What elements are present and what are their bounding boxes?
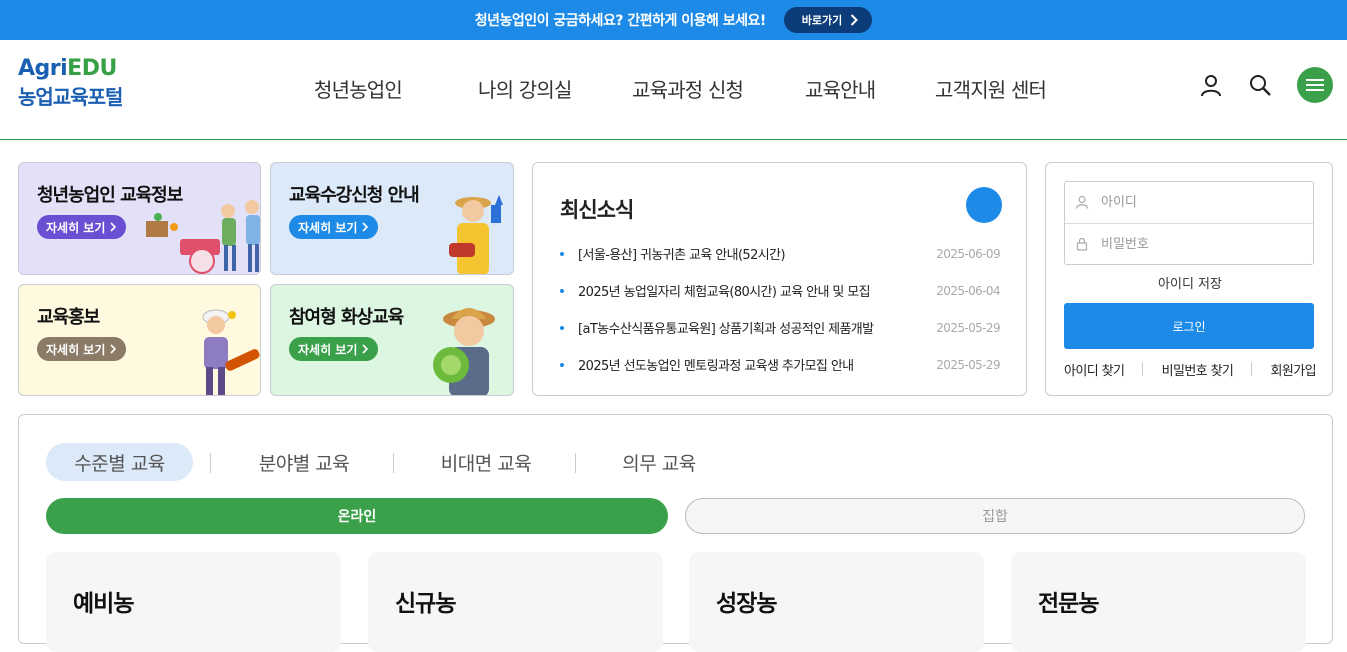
- search-icon[interactable]: [1248, 73, 1272, 97]
- chevron-right-icon: [851, 14, 859, 26]
- id-input[interactable]: [1101, 195, 1301, 210]
- news-item[interactable]: [서울-용산] 귀농귀촌 교육 안내(52시간) 2025-06-09: [560, 235, 1001, 272]
- banner-go-button[interactable]: 바로가기: [783, 7, 873, 33]
- mode-online-button[interactable]: 온라인: [46, 498, 668, 534]
- logo-subtitle: 농업교육포털: [18, 85, 123, 109]
- tile-detail-button[interactable]: 자세히 보기: [289, 215, 379, 239]
- lock-icon: [1076, 237, 1088, 251]
- nav-my-classroom[interactable]: 나의 강의실: [478, 74, 572, 103]
- news-item-date: 2025-06-09: [936, 246, 1000, 261]
- tab-field-education[interactable]: 분야별 교육: [234, 443, 374, 481]
- news-list: [서울-용산] 귀농귀촌 교육 안내(52시간) 2025-06-09 2025…: [560, 235, 1001, 383]
- tile-detail-button[interactable]: 자세히 보기: [37, 215, 127, 239]
- tile-course-registration-guide[interactable]: 교육수강신청 안내 자세히 보기: [270, 162, 514, 275]
- find-id-link[interactable]: 아이디 찾기: [1064, 360, 1125, 379]
- nav-young-farmer[interactable]: 청년농업인: [314, 74, 403, 103]
- tile-education-promotion[interactable]: 교육홍보 자세히 보기: [18, 284, 261, 396]
- find-password-link[interactable]: 비밀번호 찾기: [1162, 360, 1234, 379]
- chevron-right-icon: [110, 344, 117, 354]
- password-field-wrapper: [1065, 223, 1313, 264]
- tab-mandatory-education[interactable]: 의무 교육: [594, 443, 724, 481]
- logo-agri: Agri: [18, 56, 68, 81]
- top-banner: 청년농업인이 궁금하세요? 간편하게 이용해 보세요! 바로가기: [0, 0, 1347, 40]
- level-card-title: 예비농: [73, 591, 134, 617]
- user-icon: [1075, 195, 1089, 209]
- farmers-cart-illustration: [146, 200, 260, 274]
- hamburger-menu-icon: [1306, 79, 1324, 91]
- news-item-title: [서울-용산] 귀농귀촌 교육 안내(52시간): [578, 248, 786, 263]
- latest-news-panel: 최신소식 [서울-용산] 귀농귀촌 교육 안내(52시간) 2025-06-09…: [532, 162, 1027, 396]
- login-panel: 아이디 저장 로그인 아이디 찾기 비밀번호 찾기 회원가입: [1045, 162, 1333, 396]
- level-card-prospective[interactable]: 예비농: [46, 552, 341, 652]
- course-panel: 수준별 교육 분야별 교육 비대면 교육 의무 교육 온라인 집합 예비농 신규…: [18, 414, 1333, 652]
- hamburger-menu-button[interactable]: [1297, 67, 1333, 103]
- save-id-toggle[interactable]: 아이디 저장: [1046, 273, 1334, 292]
- nav-customer-center[interactable]: 고객지원 센터: [935, 74, 1047, 103]
- chevron-right-icon: [362, 344, 369, 354]
- level-card-title: 성장농: [716, 591, 777, 617]
- login-links: 아이디 찾기 비밀번호 찾기 회원가입: [1064, 360, 1317, 379]
- logo-edu: EDU: [67, 56, 117, 81]
- login-button[interactable]: 로그인: [1064, 303, 1314, 349]
- news-item[interactable]: [aT농수산식품유통교육원] 상품기획과 성공적인 제품개발 2025-05-2…: [560, 309, 1001, 346]
- farmer-cabbage-illustration: [433, 308, 495, 395]
- id-field-wrapper: [1065, 182, 1313, 223]
- tile-detail-button[interactable]: 자세히 보기: [289, 337, 379, 361]
- tile-title: 참여형 화상교육: [289, 307, 404, 328]
- tab-online-education[interactable]: 비대면 교육: [416, 443, 556, 481]
- farmer-headset-illustration: [449, 195, 503, 274]
- tile-detail-button[interactable]: 자세히 보기: [37, 337, 127, 361]
- news-item-date: 2025-06-04: [936, 283, 1000, 298]
- news-item-title: 2025년 농업일자리 체험교육(80시간) 교육 안내 및 모집: [578, 285, 871, 300]
- news-item[interactable]: 2025년 농업일자리 체험교육(80시간) 교육 안내 및 모집 2025-0…: [560, 272, 1001, 309]
- signup-link[interactable]: 회원가입: [1271, 360, 1317, 379]
- news-title: 최신소식: [560, 198, 634, 222]
- mode-offline-button[interactable]: 집합: [685, 498, 1305, 534]
- level-card-title: 신규농: [395, 591, 456, 617]
- tile-young-farmer-info[interactable]: 청년농업인 교육정보 자세히 보기: [18, 162, 261, 275]
- tab-level-education[interactable]: 수준별 교육: [46, 443, 193, 481]
- login-fields: [1064, 181, 1314, 265]
- site-logo[interactable]: AgriEDU 농업교육포털: [18, 56, 123, 112]
- news-item[interactable]: 2025년 선도농업인 멘토링과정 교육생 추가모집 안내 2025-05-29: [560, 346, 1001, 383]
- chevron-right-icon: [110, 222, 117, 232]
- worker-chainsaw-illustration: [202, 309, 260, 395]
- news-item-title: [aT농수산식품유통교육원] 상품기획과 성공적인 제품개발: [578, 322, 874, 337]
- banner-text: 청년농업인이 궁금하세요? 간편하게 이용해 보세요!: [474, 13, 766, 29]
- news-more-button[interactable]: [966, 187, 1002, 223]
- level-card-title: 전문농: [1038, 591, 1099, 617]
- news-item-title: 2025년 선도농업인 멘토링과정 교육생 추가모집 안내: [578, 359, 854, 374]
- nav-education-guide[interactable]: 교육안내: [805, 74, 876, 103]
- site-header: AgriEDU 농업교육포털 청년농업인 나의 강의실 교육과정 신청 교육안내…: [0, 40, 1347, 140]
- level-card-new[interactable]: 신규농: [368, 552, 663, 652]
- tile-title: 교육홍보: [37, 307, 100, 328]
- news-item-date: 2025-05-29: [936, 320, 1000, 335]
- level-card-growth[interactable]: 성장농: [689, 552, 984, 652]
- tile-interactive-video-education[interactable]: 참여형 화상교육 자세히 보기: [270, 284, 514, 396]
- user-icon[interactable]: [1199, 73, 1223, 97]
- tile-title: 교육수강신청 안내: [289, 185, 420, 206]
- news-item-date: 2025-05-29: [936, 357, 1000, 372]
- level-card-expert[interactable]: 전문농: [1011, 552, 1306, 652]
- chevron-right-icon: [362, 222, 369, 232]
- banner-go-label: 바로가기: [801, 14, 843, 27]
- password-input[interactable]: [1101, 236, 1301, 252]
- nav-course-apply[interactable]: 교육과정 신청: [632, 74, 744, 103]
